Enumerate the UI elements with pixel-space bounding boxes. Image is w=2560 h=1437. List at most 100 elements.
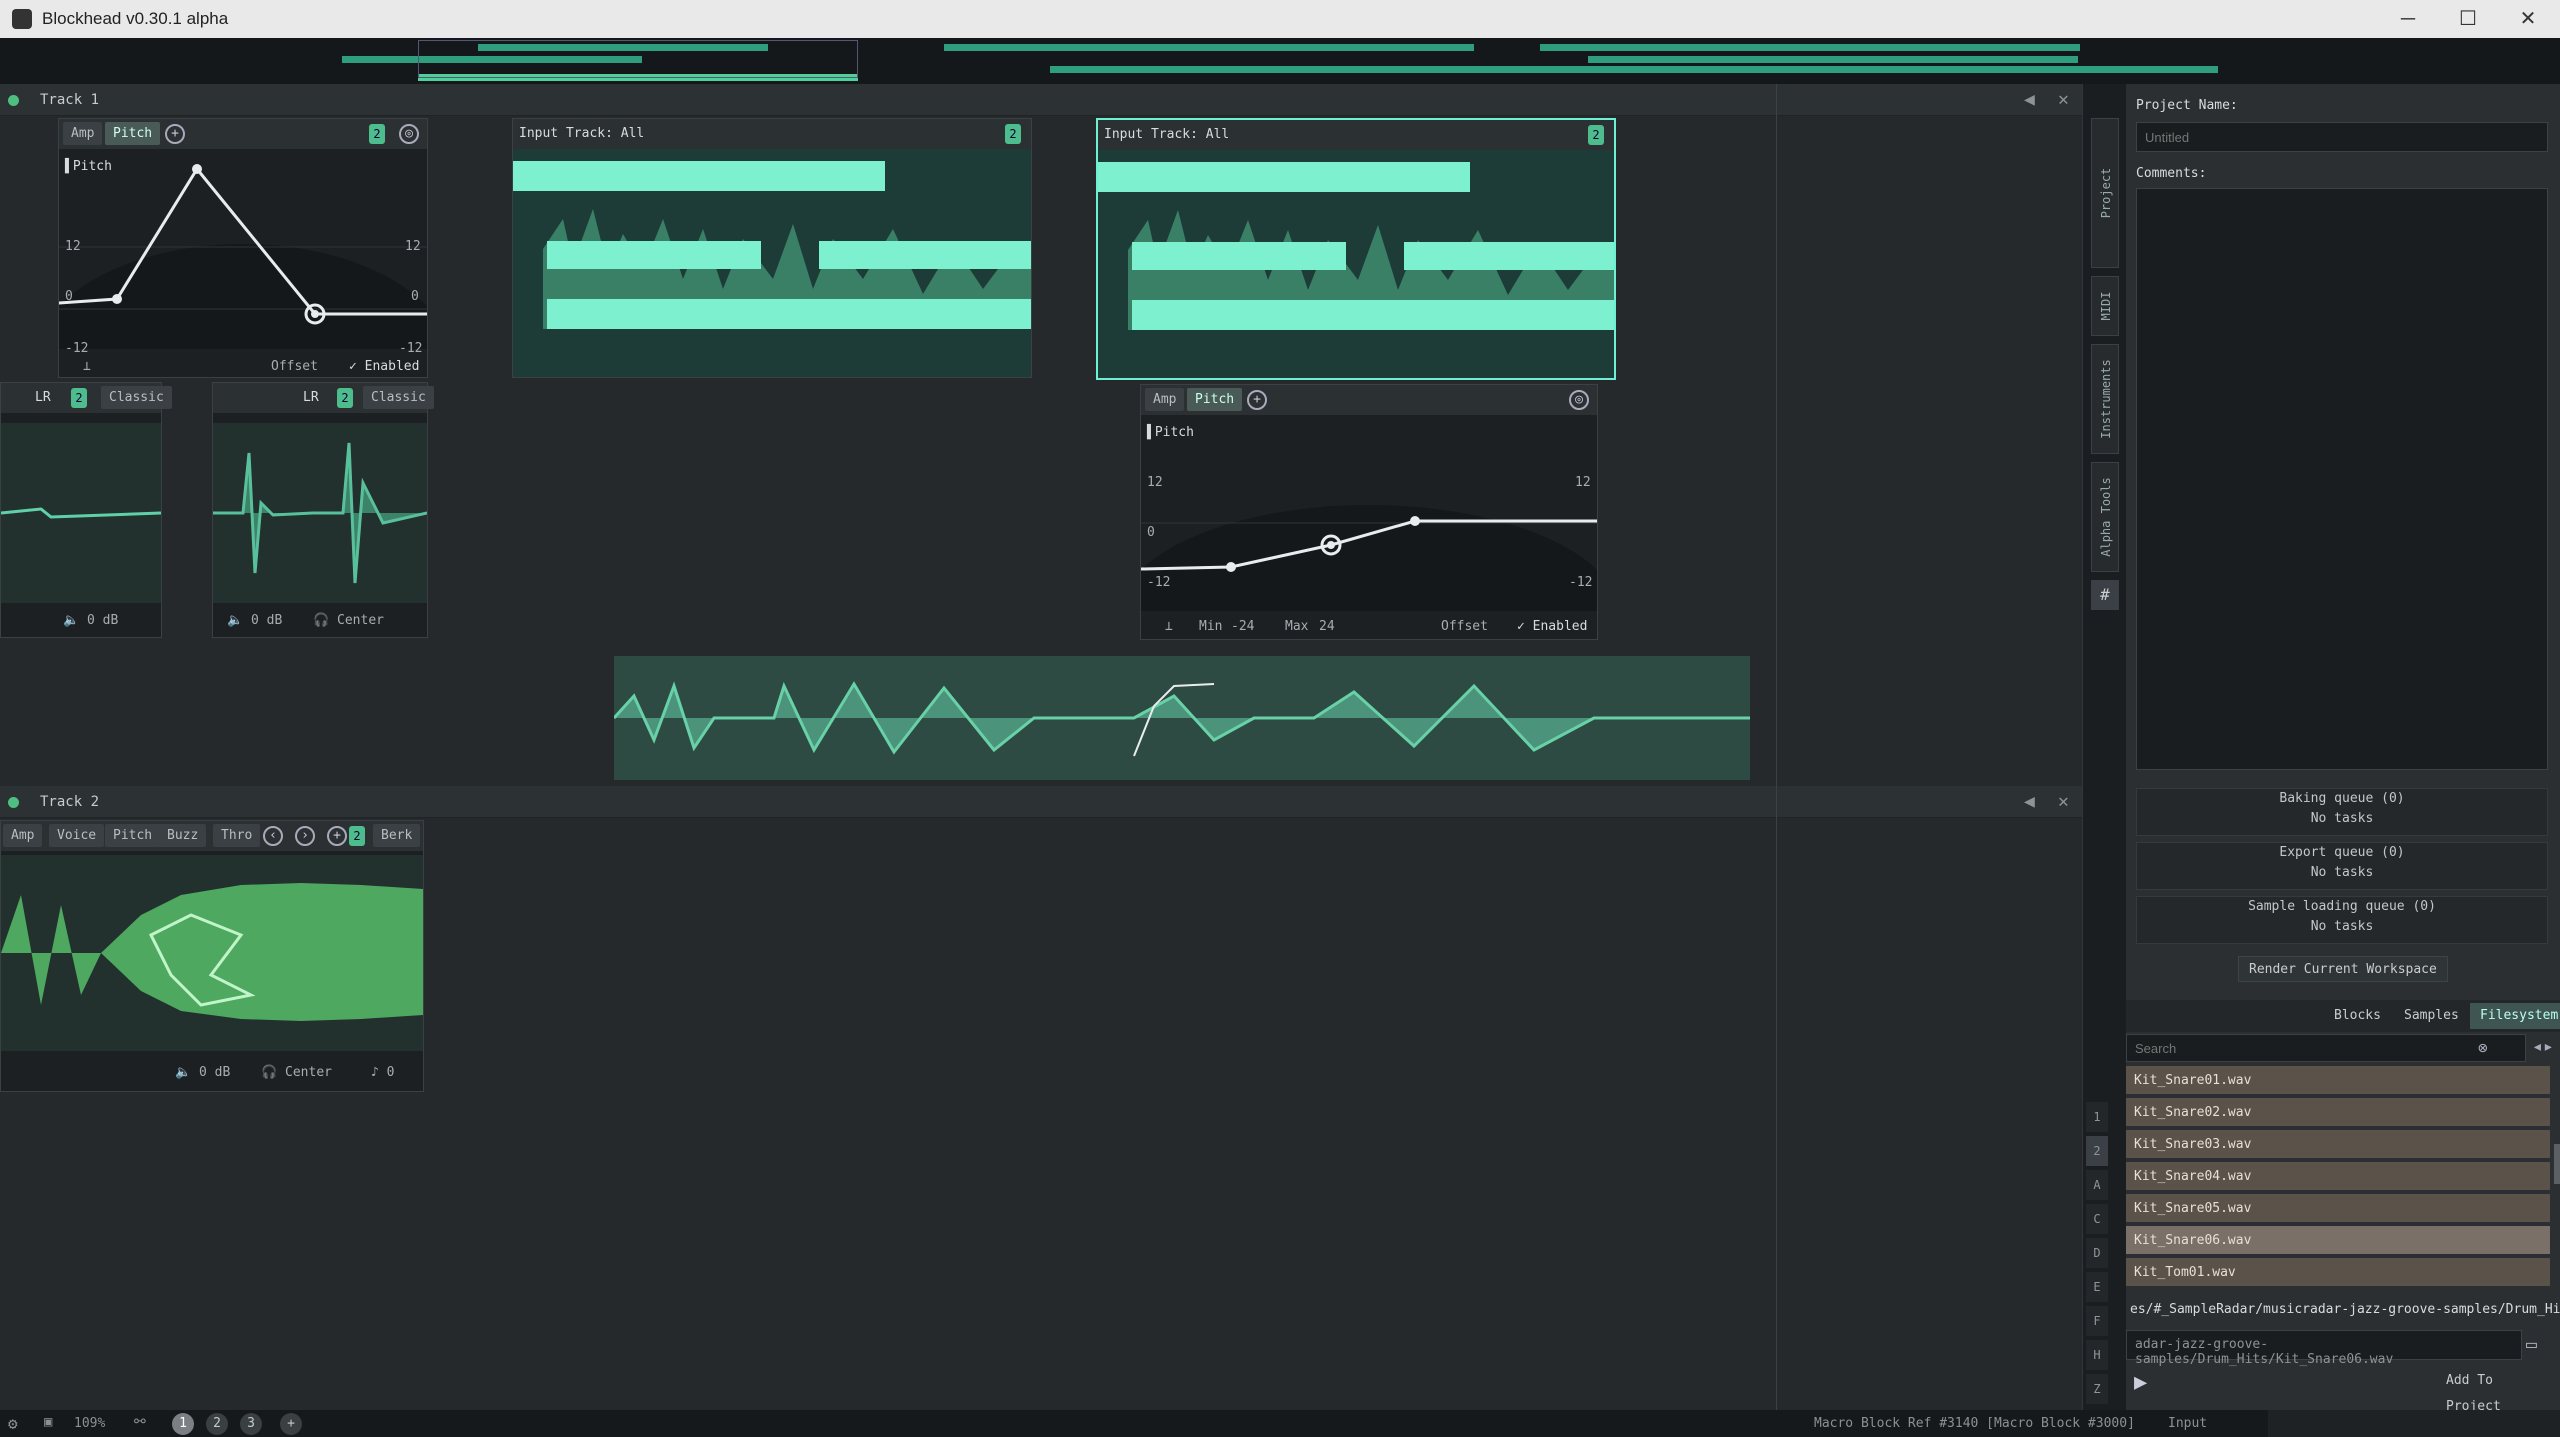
close-button[interactable]: ✕ <box>2508 4 2548 34</box>
input-track-title[interactable]: Input Track: All <box>519 126 644 141</box>
list-item[interactable]: Kit_Snare05.wav <box>2126 1194 2550 1224</box>
classic-toggle[interactable]: Classic <box>363 386 434 409</box>
render-workspace-button[interactable]: Render Current Workspace <box>2238 956 2448 982</box>
close-track-icon[interactable]: ✕ <box>2058 791 2069 812</box>
gear-icon[interactable]: ⚙ <box>8 1414 18 1433</box>
vtab-midi[interactable]: MIDI <box>2091 276 2119 336</box>
mute-icon[interactable]: ◀ <box>2024 791 2035 812</box>
clear-search-icon[interactable]: ⊗ <box>2478 1038 2488 1057</box>
tab-blocks[interactable]: Blocks <box>2324 1003 2391 1029</box>
tab-pitch[interactable]: Pitch <box>105 824 161 847</box>
index-letter[interactable]: H <box>2086 1340 2108 1370</box>
next-icon[interactable]: › <box>295 826 315 846</box>
index-letter[interactable]: A <box>2086 1170 2108 1200</box>
pan-readout[interactable]: 🎧 Center <box>261 1065 332 1080</box>
waveform[interactable] <box>513 149 1031 377</box>
anchor-icon[interactable]: ⊥ <box>1165 619 1173 634</box>
max-value[interactable]: 24 <box>1319 619 1335 634</box>
enabled-checkbox[interactable]: ✓ Enabled <box>1517 619 1587 634</box>
file-list-scrollbar[interactable] <box>2554 1144 2560 1184</box>
search-input[interactable] <box>2126 1034 2526 1062</box>
workspace[interactable]: Track 1 ◀ ✕ Amp Pitch + 2 ◎ ▌Pitch 12 12… <box>0 84 2090 1410</box>
add-page-icon[interactable]: + <box>280 1413 302 1435</box>
tab-filesystem[interactable]: Filesystem <box>2470 1003 2560 1029</box>
offset-label[interactable]: Offset <box>1441 619 1488 634</box>
file-path-field[interactable]: adar-jazz-groove-samples/Drum_Hits/Kit_S… <box>2126 1330 2522 1367</box>
back-arrow-icon[interactable]: ◂▸ <box>2532 1036 2554 1057</box>
input-track-block[interactable]: Input Track: All 2 <box>512 118 1032 378</box>
tab-thro[interactable]: Thro <box>213 824 261 847</box>
tune-readout[interactable]: ♪ 0 <box>371 1065 394 1080</box>
play-icon[interactable]: ▶ <box>2134 1370 2147 1395</box>
project-name-input[interactable] <box>2136 122 2548 152</box>
globe-icon[interactable]: ◎ <box>399 124 419 144</box>
index-letter[interactable]: E <box>2086 1272 2108 1302</box>
waveform[interactable] <box>213 423 427 603</box>
index-letter[interactable]: D <box>2086 1238 2108 1268</box>
grid-icon[interactable]: # <box>2091 580 2119 610</box>
list-item[interactable]: Kit_Snare01.wav <box>2126 1066 2550 1096</box>
workspace-overview[interactable] <box>0 38 2560 84</box>
anchor-icon[interactable]: ⊥ <box>83 359 91 374</box>
minimize-button[interactable]: ─ <box>2388 4 2428 34</box>
link-icon[interactable]: ⚯ <box>134 1414 146 1430</box>
pan-readout[interactable]: 🎧 Center <box>313 613 384 628</box>
track-status-icon[interactable] <box>8 95 19 106</box>
page-1-button[interactable]: 1 <box>172 1413 194 1435</box>
waveform[interactable] <box>612 656 1750 780</box>
index-letter[interactable]: 1 <box>2086 1102 2108 1132</box>
waveform[interactable] <box>1 855 423 1051</box>
tab-amp[interactable]: Amp <box>63 122 103 145</box>
overview-viewport[interactable] <box>418 40 858 78</box>
volume-readout[interactable]: 🔈 0 dB <box>175 1065 230 1080</box>
maximize-button[interactable]: ☐ <box>2448 4 2488 34</box>
tab-amp[interactable]: Amp <box>1145 388 1185 411</box>
lr-mode[interactable]: LR <box>35 390 51 405</box>
pitch-envelope-block[interactable]: Amp Pitch + 2 ◎ ▌Pitch 12 12 0 0 -12 -12… <box>58 118 428 378</box>
lr-sample-block[interactable]: LR 2 Classic 🔈 0 dB <box>0 382 172 638</box>
envelope-graph[interactable] <box>59 149 427 349</box>
tab-berk[interactable]: Berk <box>373 824 421 847</box>
list-item-selected[interactable]: Kit_Snare06.wav <box>2126 1226 2550 1256</box>
enabled-checkbox[interactable]: ✓ Enabled <box>349 359 419 374</box>
list-item[interactable]: Kit_Snare02.wav <box>2126 1098 2550 1128</box>
add-param-icon[interactable]: + <box>1247 390 1267 410</box>
volume-readout[interactable]: 🔈 0 dB <box>63 613 118 628</box>
offset-label[interactable]: Offset <box>271 359 318 374</box>
add-to-project-button[interactable]: Add To Project <box>2436 1368 2560 1414</box>
tab-amp[interactable]: Amp <box>3 824 43 847</box>
source-waveform-block[interactable] <box>612 656 1750 780</box>
close-track-icon[interactable]: ✕ <box>2058 89 2069 110</box>
waveform[interactable] <box>1098 150 1614 378</box>
vtab-instruments[interactable]: Instruments <box>2091 344 2119 454</box>
prev-icon[interactable]: ‹ <box>263 826 283 846</box>
pitch-envelope-block[interactable]: Amp Pitch + ◎ ▌Pitch 12 12 0 -12 -12 ⊥ M… <box>1140 384 1598 640</box>
min-value[interactable]: -24 <box>1231 619 1254 634</box>
page-2-button[interactable]: 2 <box>206 1413 228 1435</box>
list-item[interactable]: Kit_Snare03.wav <box>2126 1130 2550 1160</box>
comments-textarea[interactable] <box>2136 188 2548 770</box>
lr-mode[interactable]: LR <box>303 390 319 405</box>
track-status-icon[interactable] <box>8 797 19 808</box>
tab-pitch[interactable]: Pitch <box>1187 388 1243 411</box>
tab-pitch[interactable]: Pitch <box>105 122 161 145</box>
list-item[interactable]: Kit_Tom01.wav <box>2126 1258 2550 1288</box>
lr-sample-block[interactable]: LR 2 Classic 🔈 0 dB 🎧 Center <box>212 382 434 638</box>
tab-voice[interactable]: Voice <box>49 824 105 847</box>
index-letter[interactable]: C <box>2086 1204 2108 1234</box>
globe-icon[interactable]: ◎ <box>1569 390 1589 410</box>
index-letter[interactable]: 2 <box>2086 1136 2108 1166</box>
tab-buzz[interactable]: Buzz <box>159 824 207 847</box>
input-track-title[interactable]: Input Track: All <box>1104 127 1229 142</box>
page-3-button[interactable]: 3 <box>240 1413 262 1435</box>
vtab-alpha-tools[interactable]: Alpha Tools <box>2091 462 2119 572</box>
classic-toggle[interactable]: Classic <box>101 386 172 409</box>
list-item[interactable]: Kit_Snare04.wav <box>2126 1162 2550 1192</box>
folder-icon[interactable]: ▭ <box>2526 1334 2537 1355</box>
waveform[interactable] <box>1 423 161 603</box>
playhead[interactable] <box>1776 84 1777 1410</box>
add-param-icon[interactable]: + <box>165 124 185 144</box>
add-param-icon[interactable]: + <box>327 826 347 846</box>
index-letter[interactable]: F <box>2086 1306 2108 1336</box>
index-letter[interactable]: Z <box>2086 1374 2108 1404</box>
